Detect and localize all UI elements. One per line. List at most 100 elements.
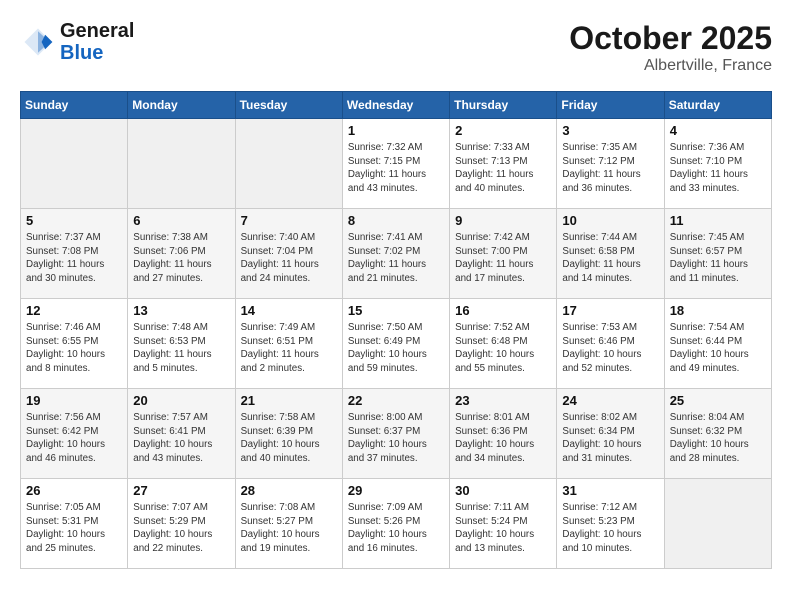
calendar-cell: 28 Sunrise: 7:08 AMSunset: 5:27 PMDayligh…	[235, 479, 342, 569]
calendar-cell: 1 Sunrise: 7:32 AMSunset: 7:15 PMDaylight…	[342, 119, 449, 209]
day-info: Sunrise: 7:57 AMSunset: 6:41 PMDaylight:…	[133, 411, 229, 466]
day-number: 19	[26, 393, 122, 408]
location: Albertville, France	[569, 57, 772, 75]
calendar-cell: 8Sunrise: 7:41 AMSunset: 7:02 PMDaylight…	[342, 209, 449, 299]
day-number: 29	[348, 483, 444, 498]
day-info: Sunrise: 7:56 AMSunset: 6:42 PMDaylight:…	[26, 411, 122, 466]
day-number: 1	[348, 123, 444, 138]
day-info: Sunrise: 7:52 AMSunset: 6:48 PMDaylight:…	[455, 321, 551, 376]
day-info: Sunrise: 7:50 AMSunset: 6:49 PMDaylight:…	[348, 321, 444, 376]
weekday-header-thursday: Thursday	[450, 92, 557, 119]
title-block: October 2025 Albertville, France	[569, 20, 772, 75]
day-number: 24	[562, 393, 658, 408]
calendar-cell: 13Sunrise: 7:48 AMSunset: 6:53 PMDayligh…	[128, 299, 235, 389]
day-info: Sunrise: 7:11 AMSunset: 5:24 PMDaylight:…	[455, 501, 551, 556]
day-number: 23	[455, 393, 551, 408]
calendar-week-5: 26 Sunrise: 7:05 AMSunset: 5:31 PMDayligh…	[21, 479, 772, 569]
calendar-cell: 21 Sunrise: 7:58 AMSunset: 6:39 PMDayligh…	[235, 389, 342, 479]
day-number: 31	[562, 483, 658, 498]
day-number: 10	[562, 213, 658, 228]
weekday-header-saturday: Saturday	[664, 92, 771, 119]
day-info: Sunrise: 7:41 AMSunset: 7:02 PMDaylight:…	[348, 231, 444, 286]
day-number: 21	[241, 393, 337, 408]
day-info: Sunrise: 7:54 AMSunset: 6:44 PMDaylight:…	[670, 321, 766, 376]
calendar-cell: 3 Sunrise: 7:35 AMSunset: 7:12 PMDaylight…	[557, 119, 664, 209]
calendar-cell	[21, 119, 128, 209]
day-number: 18	[670, 303, 766, 318]
calendar-cell: 7 Sunrise: 7:40 AMSunset: 7:04 PMDaylight…	[235, 209, 342, 299]
calendar-week-4: 19 Sunrise: 7:56 AMSunset: 6:42 PMDayligh…	[21, 389, 772, 479]
day-info: Sunrise: 7:07 AMSunset: 5:29 PMDaylight:…	[133, 501, 229, 556]
calendar-cell: 22Sunrise: 8:00 AMSunset: 6:37 PMDayligh…	[342, 389, 449, 479]
weekday-header-wednesday: Wednesday	[342, 92, 449, 119]
calendar-cell: 16 Sunrise: 7:52 AMSunset: 6:48 PMDayligh…	[450, 299, 557, 389]
day-info: Sunrise: 7:32 AMSunset: 7:15 PMDaylight:…	[348, 141, 444, 196]
calendar-cell: 17Sunrise: 7:53 AMSunset: 6:46 PMDayligh…	[557, 299, 664, 389]
day-info: Sunrise: 7:36 AMSunset: 7:10 PMDaylight:…	[670, 141, 766, 196]
calendar-week-2: 5 Sunrise: 7:37 AMSunset: 7:08 PMDaylight…	[21, 209, 772, 299]
weekday-header-tuesday: Tuesday	[235, 92, 342, 119]
calendar-cell: 26 Sunrise: 7:05 AMSunset: 5:31 PMDayligh…	[21, 479, 128, 569]
calendar-cell: 18 Sunrise: 7:54 AMSunset: 6:44 PMDayligh…	[664, 299, 771, 389]
weekday-header-sunday: Sunday	[21, 92, 128, 119]
day-number: 11	[670, 213, 766, 228]
day-info: Sunrise: 7:35 AMSunset: 7:12 PMDaylight:…	[562, 141, 658, 196]
calendar-cell	[128, 119, 235, 209]
calendar-cell: 6 Sunrise: 7:38 AMSunset: 7:06 PMDaylight…	[128, 209, 235, 299]
day-number: 30	[455, 483, 551, 498]
calendar-week-1: 1 Sunrise: 7:32 AMSunset: 7:15 PMDaylight…	[21, 119, 772, 209]
day-number: 3	[562, 123, 658, 138]
day-info: Sunrise: 8:04 AMSunset: 6:32 PMDaylight:…	[670, 411, 766, 466]
calendar-cell: 10 Sunrise: 7:44 AMSunset: 6:58 PMDayligh…	[557, 209, 664, 299]
logo-icon	[20, 24, 56, 60]
day-info: Sunrise: 8:01 AMSunset: 6:36 PMDaylight:…	[455, 411, 551, 466]
day-number: 16	[455, 303, 551, 318]
calendar-cell: 4 Sunrise: 7:36 AMSunset: 7:10 PMDaylight…	[664, 119, 771, 209]
day-info: Sunrise: 8:02 AMSunset: 6:34 PMDaylight:…	[562, 411, 658, 466]
day-info: Sunrise: 7:37 AMSunset: 7:08 PMDaylight:…	[26, 231, 122, 286]
calendar-cell: 2 Sunrise: 7:33 AMSunset: 7:13 PMDaylight…	[450, 119, 557, 209]
day-info: Sunrise: 7:38 AMSunset: 7:06 PMDaylight:…	[133, 231, 229, 286]
calendar-cell: 14Sunrise: 7:49 AMSunset: 6:51 PMDayligh…	[235, 299, 342, 389]
day-info: Sunrise: 7:45 AMSunset: 6:57 PMDaylight:…	[670, 231, 766, 286]
day-info: Sunrise: 7:58 AMSunset: 6:39 PMDaylight:…	[241, 411, 337, 466]
calendar-cell	[664, 479, 771, 569]
calendar-header: SundayMondayTuesdayWednesdayThursdayFrid…	[21, 92, 772, 119]
day-info: Sunrise: 7:49 AMSunset: 6:51 PMDaylight:…	[241, 321, 337, 376]
day-info: Sunrise: 7:48 AMSunset: 6:53 PMDaylight:…	[133, 321, 229, 376]
day-number: 7	[241, 213, 337, 228]
day-number: 6	[133, 213, 229, 228]
calendar-cell: 9Sunrise: 7:42 AMSunset: 7:00 PMDaylight…	[450, 209, 557, 299]
calendar-cell: 29Sunrise: 7:09 AMSunset: 5:26 PMDayligh…	[342, 479, 449, 569]
weekday-header-row: SundayMondayTuesdayWednesdayThursdayFrid…	[21, 92, 772, 119]
logo: General Blue	[20, 20, 134, 64]
calendar-week-3: 12 Sunrise: 7:46 AMSunset: 6:55 PMDayligh…	[21, 299, 772, 389]
calendar-cell	[235, 119, 342, 209]
day-info: Sunrise: 7:05 AMSunset: 5:31 PMDaylight:…	[26, 501, 122, 556]
day-number: 25	[670, 393, 766, 408]
calendar-cell: 30 Sunrise: 7:11 AMSunset: 5:24 PMDayligh…	[450, 479, 557, 569]
calendar-cell: 19 Sunrise: 7:56 AMSunset: 6:42 PMDayligh…	[21, 389, 128, 479]
day-number: 26	[26, 483, 122, 498]
calendar-cell: 20Sunrise: 7:57 AMSunset: 6:41 PMDayligh…	[128, 389, 235, 479]
day-number: 28	[241, 483, 337, 498]
day-info: Sunrise: 7:40 AMSunset: 7:04 PMDaylight:…	[241, 231, 337, 286]
day-number: 2	[455, 123, 551, 138]
calendar-cell: 5 Sunrise: 7:37 AMSunset: 7:08 PMDaylight…	[21, 209, 128, 299]
calendar-cell: 24 Sunrise: 8:02 AMSunset: 6:34 PMDayligh…	[557, 389, 664, 479]
month-title: October 2025	[569, 20, 772, 57]
day-info: Sunrise: 7:33 AMSunset: 7:13 PMDaylight:…	[455, 141, 551, 196]
day-info: Sunrise: 7:46 AMSunset: 6:55 PMDaylight:…	[26, 321, 122, 376]
day-number: 27	[133, 483, 229, 498]
day-number: 22	[348, 393, 444, 408]
day-info: Sunrise: 7:12 AMSunset: 5:23 PMDaylight:…	[562, 501, 658, 556]
calendar-cell: 15Sunrise: 7:50 AMSunset: 6:49 PMDayligh…	[342, 299, 449, 389]
day-number: 12	[26, 303, 122, 318]
day-number: 5	[26, 213, 122, 228]
day-number: 4	[670, 123, 766, 138]
day-info: Sunrise: 7:08 AMSunset: 5:27 PMDaylight:…	[241, 501, 337, 556]
logo-text: General Blue	[60, 20, 134, 64]
weekday-header-monday: Monday	[128, 92, 235, 119]
calendar-cell: 27 Sunrise: 7:07 AMSunset: 5:29 PMDayligh…	[128, 479, 235, 569]
day-info: Sunrise: 7:44 AMSunset: 6:58 PMDaylight:…	[562, 231, 658, 286]
